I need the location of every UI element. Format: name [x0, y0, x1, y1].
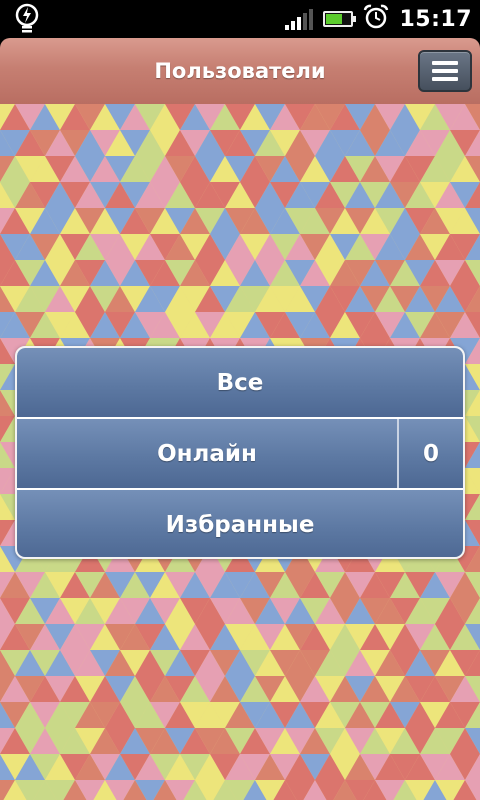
menu-item-all[interactable]: Все: [17, 348, 463, 417]
battery-icon: [323, 11, 357, 27]
menu-item-label: Избранные: [165, 511, 315, 538]
menu-button[interactable]: [418, 50, 472, 92]
online-count-badge: 0: [422, 440, 439, 467]
menu-item-online[interactable]: Онлайн 0: [17, 419, 463, 488]
menu-item-favorites[interactable]: Избранные: [17, 490, 463, 557]
menu-item-label: Все: [216, 369, 264, 396]
menu-item-label: Онлайн: [157, 440, 257, 467]
hamburger-menu-icon: [432, 61, 458, 65]
bulb-icon: [14, 3, 40, 39]
signal-icon: [285, 8, 314, 30]
page-title: Пользователи: [154, 59, 326, 83]
status-bar: 15:17: [0, 0, 480, 38]
title-bar: Пользователи: [0, 38, 480, 104]
alarm-clock-icon: [363, 4, 389, 34]
clock: 15:17: [399, 6, 472, 32]
user-filter-menu: Все Онлайн 0 Избранные: [15, 346, 465, 559]
